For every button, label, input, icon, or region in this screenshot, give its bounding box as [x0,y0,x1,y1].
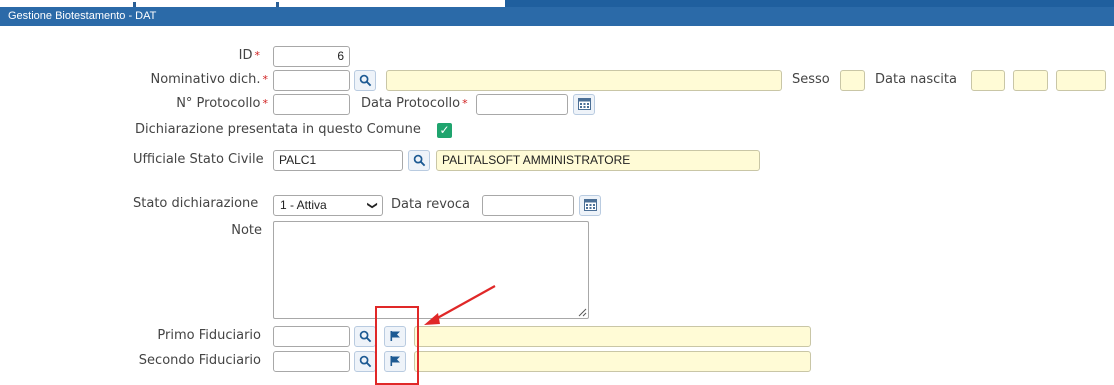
tab-area [0,0,505,7]
stato-selected-value: 1 - Attiva [280,198,327,212]
data-protocollo-field[interactable] [476,94,568,115]
required-mark: * [254,49,261,62]
secondo-fiduciario-label: Secondo Fiduciario [138,353,261,368]
dichiarazione-comune-label: Dichiarazione presentata in questo Comun… [135,122,421,137]
search-icon [359,74,371,87]
primo-fiduciario-name-field[interactable] [414,326,811,347]
id-label: ID * [200,46,260,66]
stato-select[interactable]: 1 - Attiva ❯ [273,195,383,216]
top-tab-strip [0,0,1114,7]
search-icon [359,355,371,368]
annotation-arrow-icon [424,285,496,325]
primo-fiduciario-search-button[interactable] [354,326,376,347]
resize-grip-icon[interactable] [577,307,587,317]
protocollo-label-text: N° Protocollo [176,96,261,111]
nominativo-search-button[interactable] [354,70,376,91]
ufficiale-search-button[interactable] [408,150,430,171]
data-protocollo-calendar-button[interactable] [573,94,595,115]
search-icon [359,330,371,343]
calendar-icon [583,199,597,211]
ufficiale-code-field[interactable]: PALC1 [273,150,403,171]
primo-fiduciario-code-field[interactable] [273,326,350,347]
sesso-field[interactable] [840,70,865,91]
data-nascita-month-field[interactable] [1013,70,1048,91]
dichiarazione-comune-checkbox[interactable]: ✓ [437,123,452,138]
protocollo-label: N° Protocollo * [100,94,268,114]
secondo-fiduciario-search-button[interactable] [354,351,376,372]
annotation-highlight-box [375,306,419,385]
chevron-down-icon: ❯ [366,201,378,210]
data-revoca-field[interactable] [482,195,574,216]
id-label-text: ID [238,48,253,63]
nominativo-code-field[interactable] [273,70,350,91]
ufficiale-label: Ufficiale Stato Civile [133,152,264,167]
data-nascita-day-field[interactable] [971,70,1005,91]
required-mark: * [262,97,269,110]
window-title: Gestione Biotestamento - DAT [0,7,1114,26]
secondo-fiduciario-code-field[interactable] [273,351,350,372]
data-revoca-calendar-button[interactable] [579,195,601,216]
calendar-icon [577,98,591,110]
id-field[interactable]: 6 [273,46,350,67]
data-protocollo-label: Data Protocollo * [361,94,468,114]
search-icon [413,154,425,167]
nominativo-label: Nominativo dich. * [100,70,268,90]
note-label: Note [231,223,262,238]
primo-fiduciario-label: Primo Fiduciario [157,328,261,343]
data-nascita-year-field[interactable] [1056,70,1106,91]
ufficiale-name-field[interactable]: PALITALSOFT AMMINISTRATORE [436,150,760,171]
sesso-label: Sesso [792,72,830,87]
secondo-fiduciario-name-field[interactable] [414,351,811,372]
nominativo-name-field[interactable] [386,70,782,91]
required-mark: * [262,73,269,86]
nominativo-label-text: Nominativo dich. [150,72,261,87]
data-revoca-label: Data revoca [391,197,470,212]
data-protocollo-label-text: Data Protocollo [361,96,461,111]
stato-label: Stato dichiarazione [133,196,259,211]
required-mark: * [462,97,468,110]
data-nascita-label: Data nascita [875,72,957,87]
protocollo-field[interactable] [273,94,350,115]
